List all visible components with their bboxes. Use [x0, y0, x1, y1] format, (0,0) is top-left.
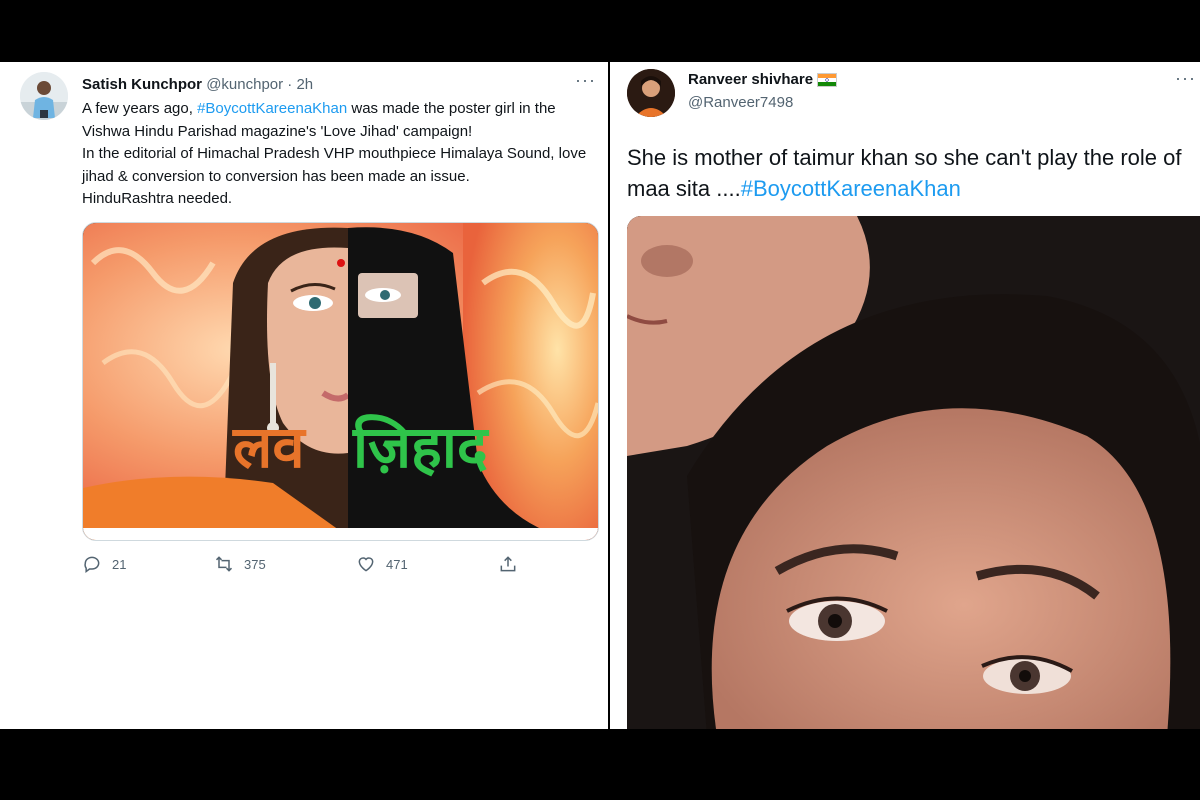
india-flag-icon	[817, 72, 838, 87]
retweet-button[interactable]: 375	[214, 554, 266, 574]
like-button[interactable]: 471	[356, 554, 408, 574]
retweet-count: 375	[244, 556, 266, 572]
author-handle[interactable]: @kunchpor	[206, 76, 283, 93]
avatar[interactable]	[627, 69, 675, 117]
tweet-media-image[interactable]	[627, 216, 1200, 729]
reply-button[interactable]: 21	[82, 554, 126, 574]
like-count: 471	[386, 556, 408, 572]
heart-icon	[358, 557, 374, 572]
tweet-text-line2: In the editorial of Himachal Pradesh VHP…	[82, 145, 587, 185]
retweet-icon	[215, 556, 233, 572]
tweet-header: Satish Kunchpor @kunchpor · 2h	[82, 76, 313, 93]
share-button[interactable]	[498, 554, 518, 574]
poster-caption-love: लव	[233, 413, 305, 481]
author-name[interactable]: Ranveer shivhare	[688, 71, 813, 88]
more-options-icon[interactable]: ···	[575, 70, 596, 91]
author-handle[interactable]: @Ranveer7498	[688, 94, 793, 111]
screenshot-stage: Satish Kunchpor @kunchpor · 2h ··· A few…	[0, 62, 1200, 729]
hashtag-link[interactable]: #BoycottKareenaKhan	[197, 100, 347, 117]
love-jihad-poster-image	[83, 223, 598, 540]
person-avatar-icon	[627, 69, 675, 117]
author-name-row: Ranveer shivhare	[688, 71, 838, 88]
selfie-photo-image	[627, 216, 1200, 729]
reply-count: 21	[112, 556, 127, 572]
more-options-icon[interactable]: ···	[1175, 68, 1196, 89]
hashtag-link[interactable]: #BoycottKareenaKhan	[741, 176, 961, 201]
tweet-text: A few years ago, #BoycottKareenaKhan was…	[82, 98, 602, 211]
poster-caption-jihad: ज़िहाद	[353, 413, 488, 481]
author-name[interactable]: Satish Kunchpor	[82, 76, 202, 93]
person-avatar-icon	[20, 72, 68, 120]
tweet-text: She is mother of taimur khan so she can'…	[627, 142, 1199, 204]
tweet-text-line3: HinduRashtra needed.	[82, 190, 233, 207]
share-icon	[500, 556, 516, 572]
reply-icon	[84, 556, 100, 573]
tweet-text-prefix: A few years ago,	[82, 100, 198, 117]
tweet-time[interactable]: · 2h	[283, 76, 313, 93]
avatar[interactable]	[20, 72, 68, 120]
tweet-card-right[interactable]: Ranveer shivhare @Ranveer7498 ··· She is…	[610, 62, 1200, 729]
tweet-card-left[interactable]: Satish Kunchpor @kunchpor · 2h ··· A few…	[0, 62, 608, 729]
tweet-actions-bar: 21 375 471	[82, 554, 522, 578]
tweet-media-image[interactable]: लव ज़िहाद	[82, 222, 599, 541]
